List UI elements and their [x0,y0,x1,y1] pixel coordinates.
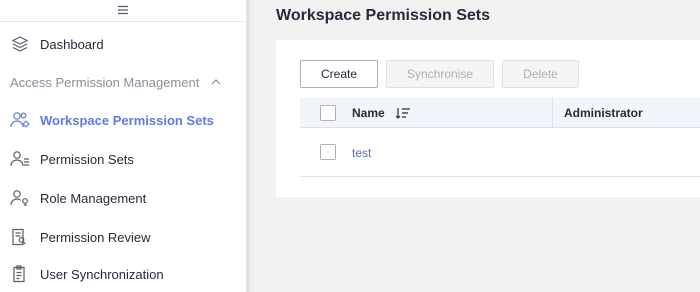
document-search-icon [9,226,31,248]
users-gear-icon [9,109,31,131]
user-key-icon [9,187,31,209]
chevron-up-icon [211,79,221,85]
sidebar: Dashboard Access Permission Management W… [0,0,247,292]
administrator-cell-redacted [567,142,657,164]
column-divider[interactable] [552,98,553,128]
sidebar-item-user-synchronization[interactable]: User Synchronization [0,259,246,289]
sidebar-item-label: Dashboard [40,36,104,52]
sidebar-item-label: Permission Review [40,229,151,245]
sidebar-item-label: Role Management [40,190,147,206]
sidebar-item-label: Workspace Permission Sets [40,112,214,128]
table-row: test [300,129,700,177]
user-list-icon [9,148,31,170]
layers-icon [9,33,31,55]
sidebar-collapse-button[interactable] [0,0,246,22]
sidebar-divider[interactable] [247,0,255,292]
clipboard-sync-icon [9,263,31,285]
sidebar-item-dashboard[interactable]: Dashboard [0,29,246,59]
content-panel: Create Synchronise Delete Name Administr… [276,40,700,197]
column-header-label: Name [352,106,385,120]
create-button[interactable]: Create [300,60,378,88]
menu-icon[interactable] [117,2,129,20]
column-header-name[interactable]: Name [352,98,411,128]
sidebar-item-role-management[interactable]: Role Management [0,183,246,213]
sidebar-item-permission-sets[interactable]: Permission Sets [0,144,246,174]
sidebar-item-label: User Synchronization [40,266,164,282]
sidebar-group-label: Access Permission Management [10,74,200,90]
sidebar-item-workspace-permission-sets[interactable]: Workspace Permission Sets [0,105,246,135]
permission-set-name-link[interactable]: test [352,129,371,177]
column-header-administrator: Administrator [564,106,643,120]
synchronise-button[interactable]: Synchronise [386,60,494,88]
sidebar-group-access-permission-management[interactable]: Access Permission Management [0,67,246,97]
row-checkbox[interactable] [320,144,336,160]
delete-button[interactable]: Delete [502,60,579,88]
sidebar-item-permission-review[interactable]: Permission Review [0,222,246,252]
select-all-checkbox[interactable] [320,105,336,121]
table-header: Name Administrator [300,98,700,128]
page-title: Workspace Permission Sets [276,7,491,24]
sidebar-item-label: Permission Sets [40,151,134,167]
sort-icon[interactable] [395,107,411,119]
